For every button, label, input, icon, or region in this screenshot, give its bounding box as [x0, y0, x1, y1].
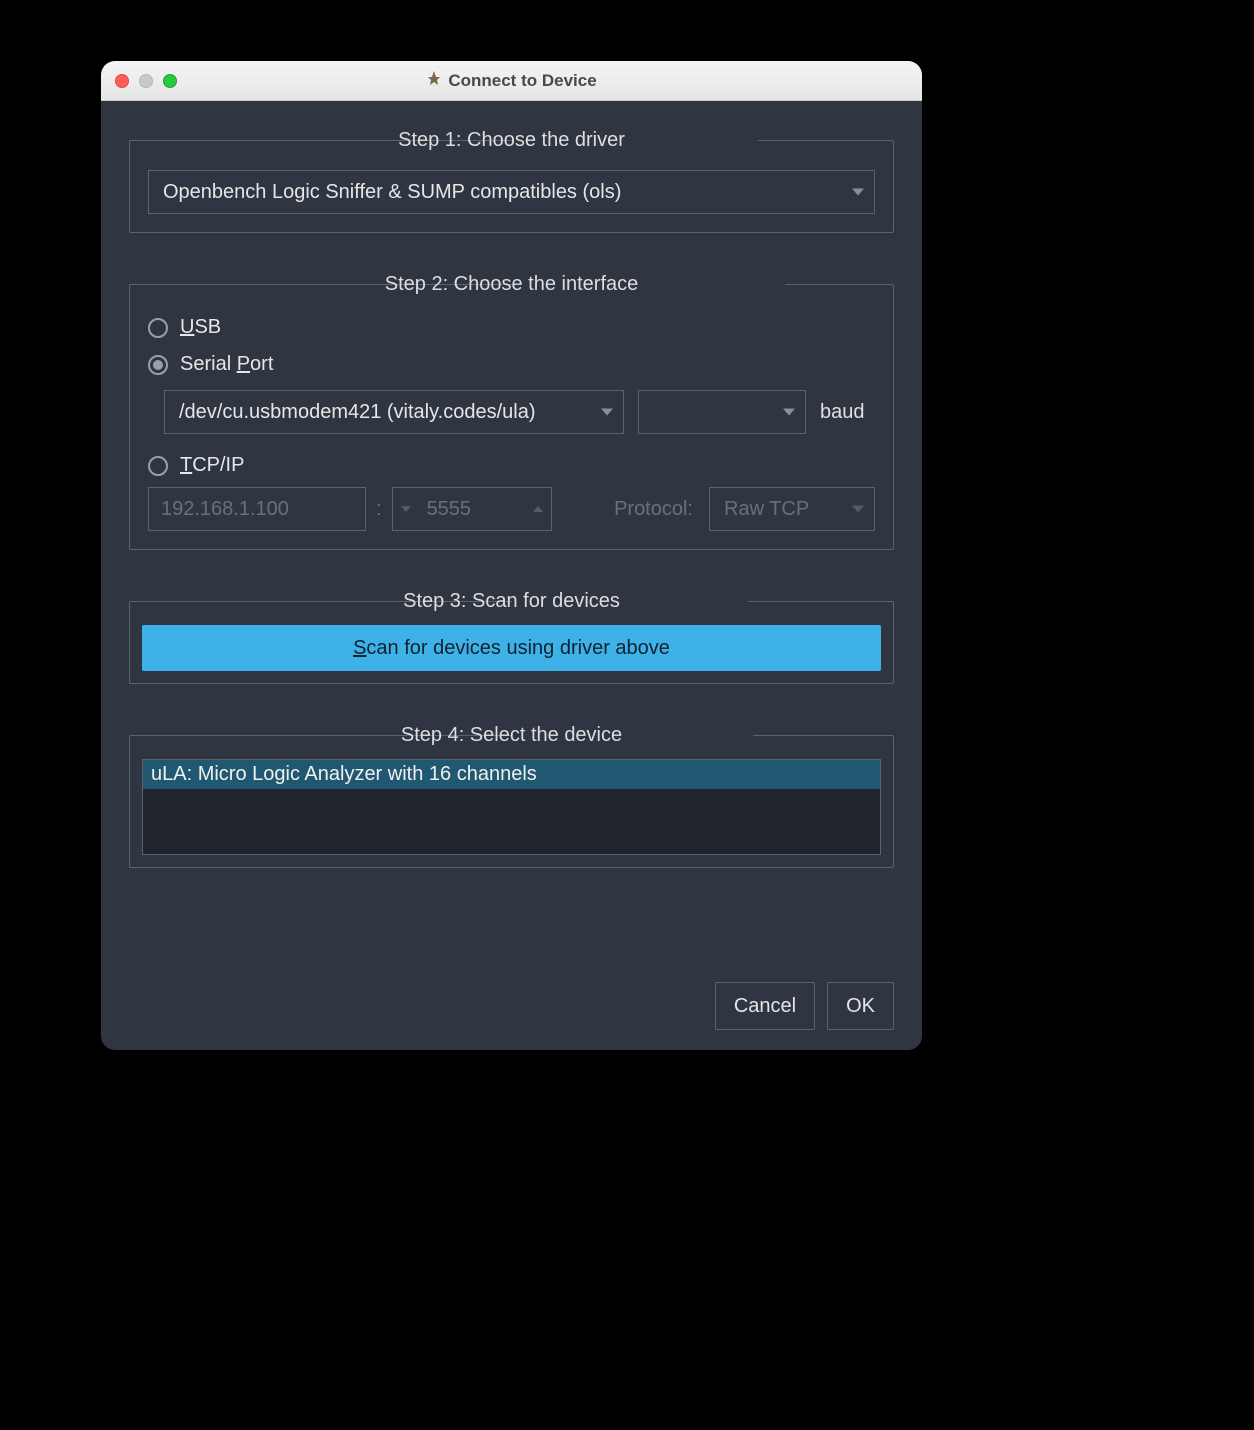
step4-legend: Step 4: Select the device: [391, 724, 632, 747]
baud-select[interactable]: [638, 390, 806, 434]
step1-group: Step 1: Choose the driver Openbench Logi…: [129, 129, 894, 233]
tcp-ip-input[interactable]: 192.168.1.100: [148, 487, 366, 531]
app-icon: [426, 70, 442, 91]
step3-legend: Step 3: Scan for devices: [393, 590, 630, 613]
tcp-port-input[interactable]: 5555: [392, 487, 552, 531]
baud-label: baud: [820, 401, 865, 424]
protocol-value: Raw TCP: [724, 498, 809, 521]
chevron-down-icon: [401, 506, 411, 512]
radio-icon: [148, 355, 168, 375]
titlebar: Connect to Device: [101, 61, 922, 101]
connect-dialog: Connect to Device Step 1: Choose the dri…: [101, 61, 922, 1050]
serial-port-value: /dev/cu.usbmodem421 (vitaly.codes/ula): [179, 401, 535, 424]
chevron-down-icon: [852, 189, 864, 196]
window-title: Connect to Device: [448, 71, 596, 91]
scan-button-label: Scan for devices using driver above: [353, 637, 670, 660]
protocol-select[interactable]: Raw TCP: [709, 487, 875, 531]
cancel-button[interactable]: Cancel: [715, 982, 815, 1030]
serial-settings-row: /dev/cu.usbmodem421 (vitaly.codes/ula) b…: [164, 390, 875, 434]
device-list-item[interactable]: uLA: Micro Logic Analyzer with 16 channe…: [143, 760, 880, 789]
step1-legend: Step 1: Choose the driver: [388, 129, 635, 152]
chevron-down-icon: [783, 409, 795, 416]
window-close-button[interactable]: [115, 74, 129, 88]
ok-button[interactable]: OK: [827, 982, 894, 1030]
driver-select[interactable]: Openbench Logic Sniffer & SUMP compatibl…: [148, 170, 875, 214]
chevron-down-icon: [852, 506, 864, 513]
window-minimize-button[interactable]: [139, 74, 153, 88]
window-controls: [115, 74, 177, 88]
chevron-down-icon: [601, 409, 613, 416]
dialog-footer: Cancel OK: [129, 952, 894, 1030]
radio-icon: [148, 456, 168, 476]
interface-radio-serial[interactable]: Serial Port: [148, 353, 875, 376]
step4-group: Step 4: Select the device uLA: Micro Log…: [129, 724, 894, 868]
chevron-up-icon: [533, 506, 543, 512]
interface-radio-usb[interactable]: USB: [148, 316, 875, 339]
tcp-port-placeholder: 5555: [427, 498, 472, 521]
usb-label: USB: [180, 316, 221, 339]
tcpip-label: TCP/IP: [180, 454, 244, 477]
radio-icon: [148, 318, 168, 338]
ip-port-separator: :: [376, 498, 382, 521]
serial-label: Serial Port: [180, 353, 273, 376]
interface-radio-tcpip[interactable]: TCP/IP: [148, 454, 875, 477]
step2-group: Step 2: Choose the interface USB Serial …: [129, 273, 894, 550]
serial-port-select[interactable]: /dev/cu.usbmodem421 (vitaly.codes/ula): [164, 390, 624, 434]
dialog-content: Step 1: Choose the driver Openbench Logi…: [101, 101, 922, 1050]
driver-select-value: Openbench Logic Sniffer & SUMP compatibl…: [163, 181, 621, 204]
step3-group: Step 3: Scan for devices Scan for device…: [129, 590, 894, 684]
step2-legend: Step 2: Choose the interface: [375, 273, 649, 296]
protocol-label: Protocol:: [614, 498, 693, 521]
tcp-ip-placeholder: 192.168.1.100: [161, 498, 289, 521]
tcpip-settings-row: 192.168.1.100 : 5555 Protocol: Raw TCP: [148, 487, 875, 531]
window-zoom-button[interactable]: [163, 74, 177, 88]
device-list[interactable]: uLA: Micro Logic Analyzer with 16 channe…: [142, 759, 881, 855]
scan-button[interactable]: Scan for devices using driver above: [142, 625, 881, 671]
